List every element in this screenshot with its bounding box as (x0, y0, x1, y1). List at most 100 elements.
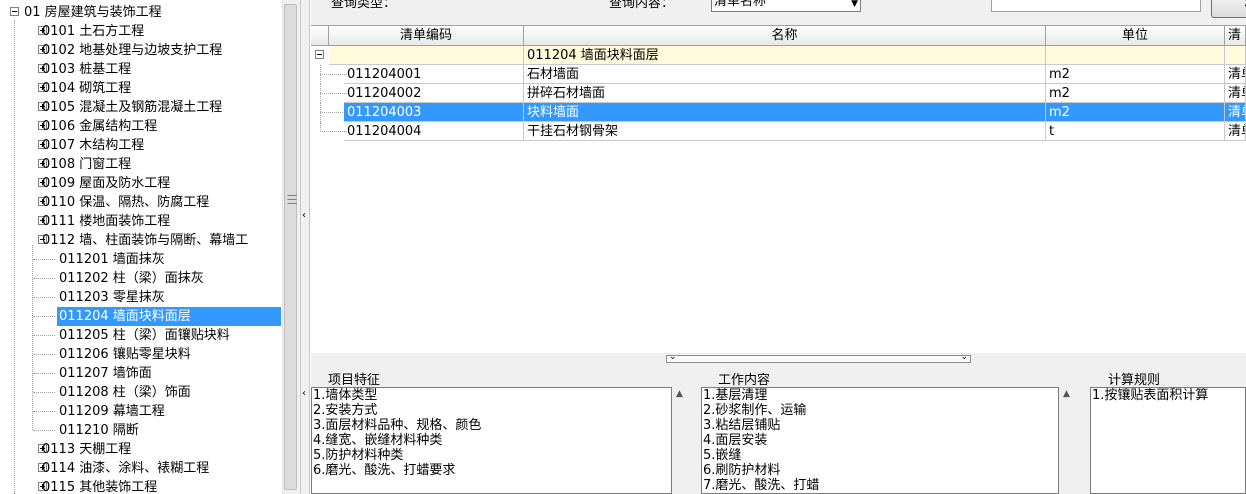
chevron-down-icon-2[interactable]: ⌄ (960, 352, 968, 362)
tree-item[interactable]: 0110 保温、隔热、防腐工程 (0, 193, 282, 212)
horizontal-splitter[interactable]: ⌄ ⌄ (311, 352, 1246, 365)
tree-item[interactable]: 0115 其他装饰工程 (0, 478, 282, 494)
panel-line: 4.缝宽、嵌缝材料种类 (313, 433, 443, 448)
tree-item[interactable]: 0105 混凝土及钢筋混凝土工程 (0, 98, 282, 117)
tree-item[interactable]: 0103 桩基工程 (0, 60, 282, 79)
tree-item[interactable]: 011204 墙面块料面层 (0, 307, 282, 326)
collapse-left-icon-2[interactable]: ‹ (302, 388, 306, 399)
cell-name: 拼碎石材墙面 (524, 84, 1046, 103)
tree-item[interactable]: 011202 柱（梁）面抹灰 (0, 269, 282, 288)
tree-item[interactable]: 011205 柱（梁）面镶贴块料 (0, 326, 282, 345)
tree-item[interactable]: 0114 油漆、涂料、裱糊工程 (0, 459, 282, 478)
tree-item-label: 0115 其他装饰工程 (42, 480, 158, 494)
tree-item[interactable]: 011208 柱（梁）饰面 (0, 383, 282, 402)
work-scrollbar[interactable]: ▲ (1059, 387, 1076, 494)
features-title: 项目特征 (328, 373, 381, 388)
work-textarea[interactable]: 1.基层清理 2.砂浆制作、运输 3.粘结层铺贴 4.面层安装 5.嵌缝 6.刷防护材料 7… (701, 387, 1059, 494)
tree-item[interactable]: 011209 幕墙工程 (0, 402, 282, 421)
clause-tree[interactable]: 01 房屋建筑与装饰工程 0101 土石方工程 0102 地基处理与边坡支护工程 01… (0, 0, 282, 494)
query-type-select[interactable]: 清单名称 ▼ (711, 0, 861, 12)
tree-item-label: 0111 楼地面装饰工程 (42, 214, 171, 229)
group-unit-cell (1046, 46, 1225, 65)
tree-item-label: 0114 油漆、涂料、裱糊工程 (42, 461, 210, 476)
tree-item-label: 0113 天棚工程 (42, 442, 132, 457)
cell-code: 011204001 (344, 65, 524, 84)
tree-line (33, 373, 55, 374)
tree-item[interactable]: 011210 隔断 (0, 421, 282, 440)
rules-textarea[interactable]: 1.按镶贴表面积计算 (1090, 387, 1246, 494)
query-type-value: 清单名称 (714, 0, 767, 9)
vertical-splitter[interactable]: ‹ ‹ (300, 0, 310, 494)
group-row[interactable]: 011204 墙面块料面层 (311, 46, 1246, 65)
tree-item[interactable]: 0107 木结构工程 (0, 136, 282, 155)
tree-item[interactable]: 0108 门窗工程 (0, 155, 282, 174)
tree-item-label: 011202 柱（梁）面抹灰 (59, 271, 204, 286)
tree-item[interactable]: 0101 土石方工程 (0, 22, 282, 41)
tree-item[interactable]: 011203 零星抹灰 (0, 288, 282, 307)
cell-rule: 清单 (1225, 65, 1246, 84)
tree-line (33, 278, 55, 279)
query-bar: 查询类型： 清单名称 ▼ 查询内容： 确定 (311, 0, 1246, 25)
tree-item-label: 0103 桩基工程 (42, 62, 132, 77)
detail-panels: 项目特征 1.墙体类型 2.安装方式 3.面层材料品种、规格、颜色 4.缝宽、嵌缝材料… (311, 365, 1246, 494)
features-scrollbar[interactable]: ▲ (672, 387, 689, 494)
chevron-down-icon[interactable]: ⌄ (669, 352, 677, 362)
tree-item-label: 011205 柱（梁）面镶贴块料 (59, 328, 230, 343)
tree-line (33, 316, 55, 317)
scroll-grip-icon: — — — (287, 190, 297, 209)
collapse-icon[interactable] (315, 50, 324, 59)
query-content-input[interactable] (991, 0, 1201, 12)
collapse-left-icon[interactable]: ‹ (302, 210, 306, 221)
tree-item-label: 011210 隔断 (59, 423, 139, 438)
panel-line: 6.磨光、酸洗、打蜡要求 (313, 463, 456, 478)
tree-item[interactable]: 0106 金属结构工程 (0, 117, 282, 136)
tree-item-label: 0104 砌筑工程 (42, 81, 132, 96)
tree-item-label: 0110 保温、隔热、防腐工程 (42, 195, 210, 210)
collapse-icon[interactable] (10, 7, 19, 16)
tree-item[interactable]: 011206 镶贴零星块料 (0, 345, 282, 364)
scroll-up-icon[interactable]: ▲ (1063, 389, 1070, 399)
column-header-unit[interactable]: 单位 (1046, 26, 1225, 46)
tree-item[interactable]: 01 房屋建筑与装饰工程 (0, 3, 282, 22)
tree-item[interactable]: 0112 墙、柱面装饰与隔断、幕墙工 (0, 231, 282, 250)
tree-item[interactable]: 0104 砌筑工程 (0, 79, 282, 98)
scroll-up-icon[interactable]: ▲ (676, 389, 683, 399)
cell-rule: 清单 (1225, 103, 1246, 122)
splitter-handle[interactable]: ⌄ ⌄ (666, 352, 971, 363)
tree-item-label: 011203 零星抹灰 (59, 290, 165, 305)
clause-grid: 清单编码 名称 单位 清 011204 墙面块料面层 011204001 石材墙面… (311, 25, 1246, 354)
cell-unit: m2 (1046, 84, 1225, 103)
tree-item-label: 011207 墙饰面 (59, 366, 152, 381)
column-header-name[interactable]: 名称 (524, 26, 1046, 46)
table-row[interactable]: 011204003块料墙面m2清单 (311, 103, 1246, 122)
panel-line: 2.安装方式 (313, 403, 378, 418)
cell-code: 011204003 (344, 103, 524, 122)
tree-item[interactable]: 011201 墙面抹灰 (0, 250, 282, 269)
features-textarea[interactable]: 1.墙体类型 2.安装方式 3.面层材料品种、规格、颜色 4.缝宽、嵌缝材料种类 5.防… (311, 387, 672, 494)
tree-item[interactable]: 0109 屋面及防水工程 (0, 174, 282, 193)
tree-line (320, 131, 347, 132)
column-header-rule[interactable]: 清 (1225, 26, 1246, 46)
tree-item[interactable]: 0113 天棚工程 (0, 440, 282, 459)
table-row[interactable]: 011204004干挂石材钢骨架t清单 (311, 122, 1246, 141)
tree-scrollbar-thumb[interactable] (284, 4, 297, 490)
tree-item-label: 011209 幕墙工程 (59, 404, 165, 419)
tree-item-label: 0105 混凝土及钢筋混凝土工程 (42, 100, 223, 115)
panel-line: 3.面层材料品种、规格、颜色 (313, 418, 482, 433)
table-row[interactable]: 011204001石材墙面m2清单 (311, 65, 1246, 84)
tree-item-label: 0112 墙、柱面装饰与隔断、幕墙工 (42, 233, 249, 248)
tree-item[interactable]: 0111 楼地面装饰工程 (0, 212, 282, 231)
tree-item-label: 0107 木结构工程 (42, 138, 145, 153)
cell-name: 块料墙面 (524, 103, 1046, 122)
tree-item[interactable]: 0102 地基处理与边坡支护工程 (0, 41, 282, 60)
tree-item-label: 0106 金属结构工程 (42, 119, 158, 134)
tree-line (33, 354, 55, 355)
column-header-code[interactable]: 清单编码 (329, 26, 524, 46)
table-row[interactable]: 011204002拼碎石材墙面m2清单 (311, 84, 1246, 103)
tree-line (320, 93, 347, 94)
confirm-button[interactable]: 确定 (1211, 0, 1246, 18)
tree-item-label: 0101 土石方工程 (42, 24, 145, 39)
tree-line (33, 392, 55, 393)
work-title: 工作内容 (718, 373, 771, 388)
tree-item[interactable]: 011207 墙饰面 (0, 364, 282, 383)
